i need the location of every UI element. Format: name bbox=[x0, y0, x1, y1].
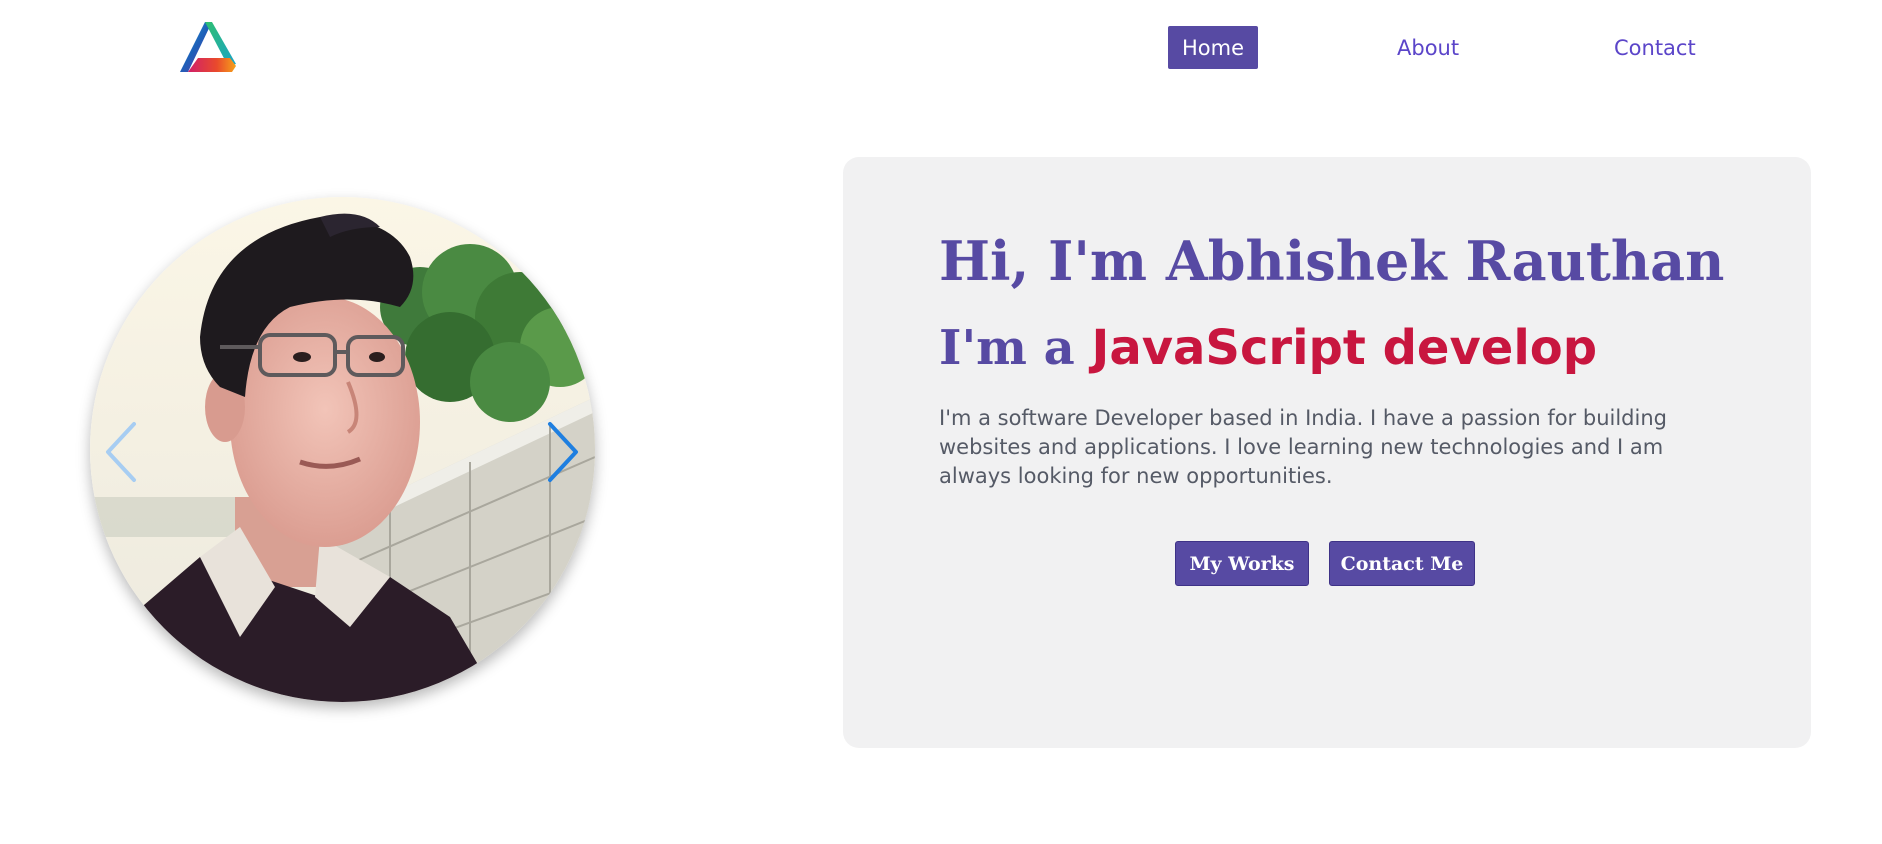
nav-home-link[interactable]: Home bbox=[1168, 26, 1258, 69]
triangle-logo-icon[interactable] bbox=[176, 20, 238, 74]
profile-photo bbox=[90, 197, 595, 702]
bio-paragraph: I'm a software Developer based in India.… bbox=[939, 406, 1667, 488]
my-works-button[interactable]: My Works bbox=[1175, 541, 1309, 586]
role-heading: I'm a JavaScript develop bbox=[939, 320, 1597, 376]
typed-role-text: JavaScript develop bbox=[1091, 320, 1598, 376]
chevron-left-icon[interactable] bbox=[102, 420, 138, 484]
role-prefix: I'm a bbox=[939, 320, 1075, 376]
nav-contact-link[interactable]: Contact bbox=[1614, 26, 1696, 69]
nav-about-link[interactable]: About bbox=[1397, 26, 1459, 69]
intro-card: Hi, I'm Abhishek Rauthan I'm a JavaScrip… bbox=[843, 157, 1811, 748]
page: Home About Contact Hi, I'm Abhishek Raut… bbox=[0, 0, 1882, 844]
chevron-right-icon[interactable] bbox=[546, 420, 582, 484]
contact-me-button[interactable]: Contact Me bbox=[1329, 541, 1475, 586]
greeting-heading: Hi, I'm Abhishek Rauthan bbox=[939, 229, 1725, 293]
